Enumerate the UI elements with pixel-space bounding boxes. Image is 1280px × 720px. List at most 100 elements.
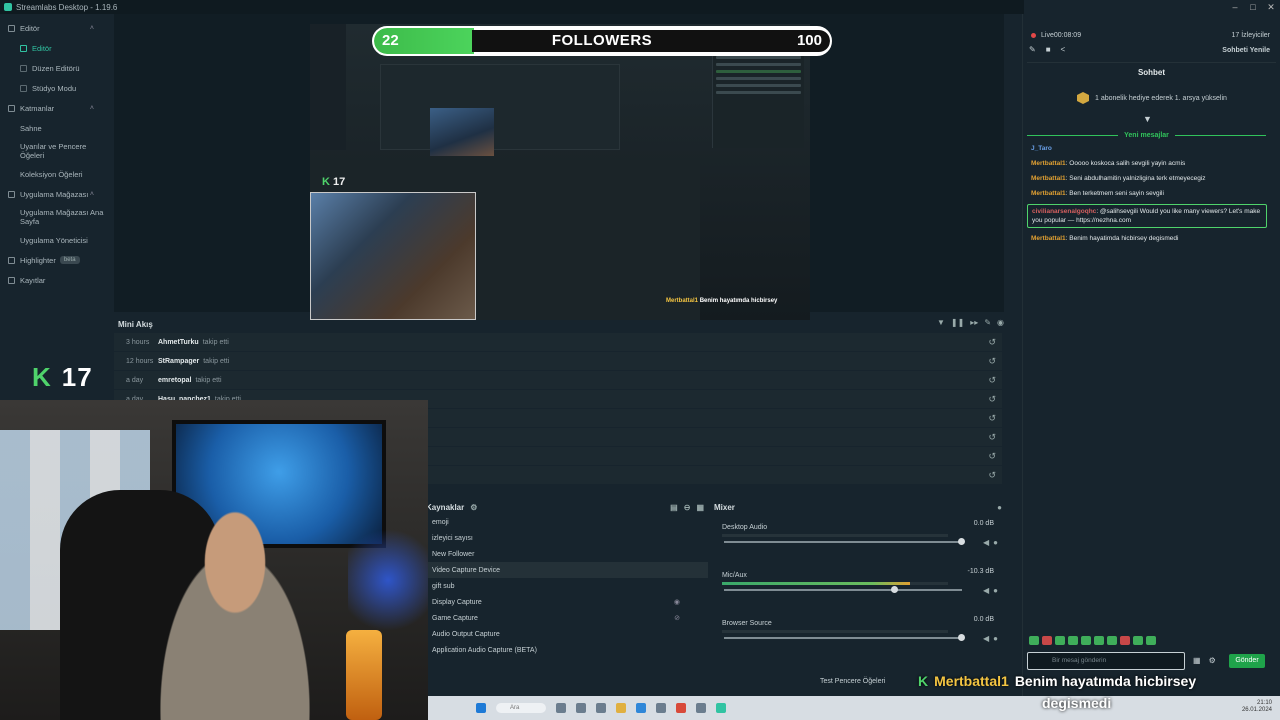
mixer-channel: Desktop Audio 0.0 dB ◀ ● xyxy=(722,520,998,547)
taskview-icon[interactable] xyxy=(556,703,566,713)
share-icon[interactable]: < xyxy=(1061,45,1066,54)
sidebar-item-studio-mode[interactable]: Stüdyo Modu xyxy=(0,78,108,98)
sidebar-item-app-manager[interactable]: Uygulama Yöneticisi xyxy=(0,230,108,250)
close-button[interactable]: ✕ xyxy=(1262,0,1280,14)
streamlabs-icon[interactable] xyxy=(716,703,726,713)
sidebar-section-editor[interactable]: Editör ˄ xyxy=(0,18,108,38)
filter-icon[interactable]: ▼ xyxy=(937,318,945,327)
arrow-down-icon[interactable]: ▼ xyxy=(1143,114,1152,124)
sidebar-item-scene[interactable]: Sahne xyxy=(0,118,108,138)
source-item[interactable]: Display Capture ◉ xyxy=(426,594,708,610)
live-indicator: Live00:08:09 xyxy=(1031,32,1081,39)
sidebar-item-alerts-widgets[interactable]: Uyarılar ve Pencere Öğeleri xyxy=(0,138,108,164)
preview-sidebar xyxy=(310,24,346,150)
replay-icon[interactable]: ↺ xyxy=(988,432,996,443)
slider-knob[interactable] xyxy=(958,538,965,545)
gear-icon[interactable]: ● xyxy=(993,538,998,547)
emote-icon[interactable] xyxy=(1107,636,1117,645)
emote-icon[interactable] xyxy=(1081,636,1091,645)
replay-icon[interactable]: ↺ xyxy=(988,451,996,462)
preview-nested-screen xyxy=(380,64,620,150)
source-item[interactable]: Application Audio Capture (BETA) xyxy=(426,642,708,658)
gear-icon[interactable]: ⚙ xyxy=(1209,656,1216,665)
emote-icon[interactable] xyxy=(1133,636,1143,645)
app-icon[interactable] xyxy=(696,703,706,713)
scene-preview[interactable]: K 17 Mertbattal1 Benim hayatımda hicbirs… xyxy=(310,24,810,320)
source-status-icon[interactable]: ◉ xyxy=(674,598,680,606)
source-status-icon[interactable]: ⊘ xyxy=(674,614,680,622)
folder-add-icon[interactable]: ▤ xyxy=(670,503,678,512)
replay-icon[interactable]: ↺ xyxy=(988,356,996,367)
source-item[interactable]: Audio Output Capture xyxy=(426,626,708,642)
sub-goal-banner: 1 abonelik hediye ederek 1. arsya yüksel… xyxy=(1077,92,1227,104)
volume-slider[interactable] xyxy=(724,634,965,641)
replay-icon[interactable]: ↺ xyxy=(988,413,996,424)
mute-icon[interactable]: ◀ xyxy=(983,538,989,547)
volume-slider[interactable] xyxy=(724,538,965,545)
preview-webcam-source[interactable] xyxy=(310,192,476,320)
sidebar-section-app-store[interactable]: Uygulama Mağazası ˄ xyxy=(0,184,108,204)
emote-icon[interactable] xyxy=(1146,636,1156,645)
replay-icon[interactable]: ↺ xyxy=(988,337,996,348)
gear-icon[interactable]: ● xyxy=(993,634,998,643)
new-messages-divider: Yeni mesajlar xyxy=(1027,130,1267,140)
sidebar-section-layers[interactable]: Katmanlar ˄ xyxy=(0,98,108,118)
chrome-icon[interactable] xyxy=(676,703,686,713)
source-item[interactable]: gift sub xyxy=(426,578,708,594)
gear-icon[interactable]: ⚙ xyxy=(470,503,477,512)
edit-icon[interactable]: ✎ xyxy=(1029,45,1036,54)
remove-icon[interactable]: ⊖ xyxy=(684,503,691,512)
gear-icon[interactable]: ● xyxy=(997,503,1002,512)
alert-user: Mertbattal1 xyxy=(934,673,1009,689)
preview-nested-webcam xyxy=(430,108,494,156)
volume-slider[interactable] xyxy=(724,586,962,593)
emote-icon[interactable] xyxy=(1120,636,1130,645)
emote-icon[interactable] xyxy=(1094,636,1104,645)
taskbar-search[interactable]: Ara xyxy=(496,703,546,713)
pause-icon[interactable]: ❚❚ xyxy=(951,318,964,327)
emote-icon[interactable] xyxy=(1055,636,1065,645)
emote-icon[interactable] xyxy=(1042,636,1052,645)
files-icon[interactable] xyxy=(576,703,586,713)
sidebar-item-layout-editor[interactable]: Düzen Editörü xyxy=(0,58,108,78)
test-widgets-button[interactable]: Test Pencere Öğeleri xyxy=(820,678,885,685)
settings-icon[interactable]: ◉ xyxy=(997,318,1004,327)
sidebar-item-recordings[interactable]: Kayıtlar xyxy=(0,270,108,290)
audio-meter xyxy=(722,582,948,585)
folder-icon[interactable] xyxy=(616,703,626,713)
windows-start-icon[interactable] xyxy=(476,703,486,713)
minimize-button[interactable]: – xyxy=(1226,0,1244,14)
video-icon[interactable]: ■ xyxy=(1046,45,1051,54)
maximize-button[interactable]: □ xyxy=(1244,0,1262,14)
replay-icon[interactable]: ↺ xyxy=(988,394,996,405)
app-icon[interactable] xyxy=(596,703,606,713)
sidebar-item-editor[interactable]: Editör xyxy=(0,38,108,58)
live-dot-icon xyxy=(1031,33,1036,38)
mute-icon[interactable]: ◀ xyxy=(983,634,989,643)
send-button[interactable]: Gönder xyxy=(1229,654,1265,668)
source-item[interactable]: Game Capture ⊘ xyxy=(426,610,708,626)
sidebar-item-highlighter[interactable]: Highlighter beta xyxy=(0,250,108,270)
mute-icon[interactable]: ◀ xyxy=(983,586,989,595)
chat-input[interactable]: Bir mesaj gönderin xyxy=(1027,652,1185,670)
source-item[interactable]: izleyici sayısı xyxy=(426,530,708,546)
emote-icon[interactable] xyxy=(1029,636,1039,645)
source-item[interactable]: emoji xyxy=(426,514,708,530)
mute-icon[interactable]: ✎ xyxy=(984,318,991,327)
replay-icon[interactable]: ↺ xyxy=(988,470,996,481)
browser-icon[interactable] xyxy=(636,703,646,713)
emote-icon[interactable] xyxy=(1068,636,1078,645)
sidebar-item-collection[interactable]: Koleksiyon Öğeleri xyxy=(0,164,108,184)
store-icon[interactable] xyxy=(656,703,666,713)
skip-icon[interactable]: ▸▸ xyxy=(970,318,978,327)
source-item-selected[interactable]: Video Capture Device xyxy=(426,562,708,578)
sidebar-item-app-store-home[interactable]: Uygulama Mağazası Ana Sayfa xyxy=(0,204,108,230)
calendar-icon[interactable]: ▦ xyxy=(1193,656,1201,665)
replay-icon[interactable]: ↺ xyxy=(988,375,996,386)
slider-knob[interactable] xyxy=(891,586,899,593)
gear-icon[interactable]: ● xyxy=(993,586,998,595)
source-item[interactable]: New Follower xyxy=(426,546,708,562)
slider-knob[interactable] xyxy=(958,634,965,641)
refresh-chat-button[interactable]: Sohbeti Yenile xyxy=(1222,47,1270,54)
properties-icon[interactable]: ▦ xyxy=(696,503,704,512)
